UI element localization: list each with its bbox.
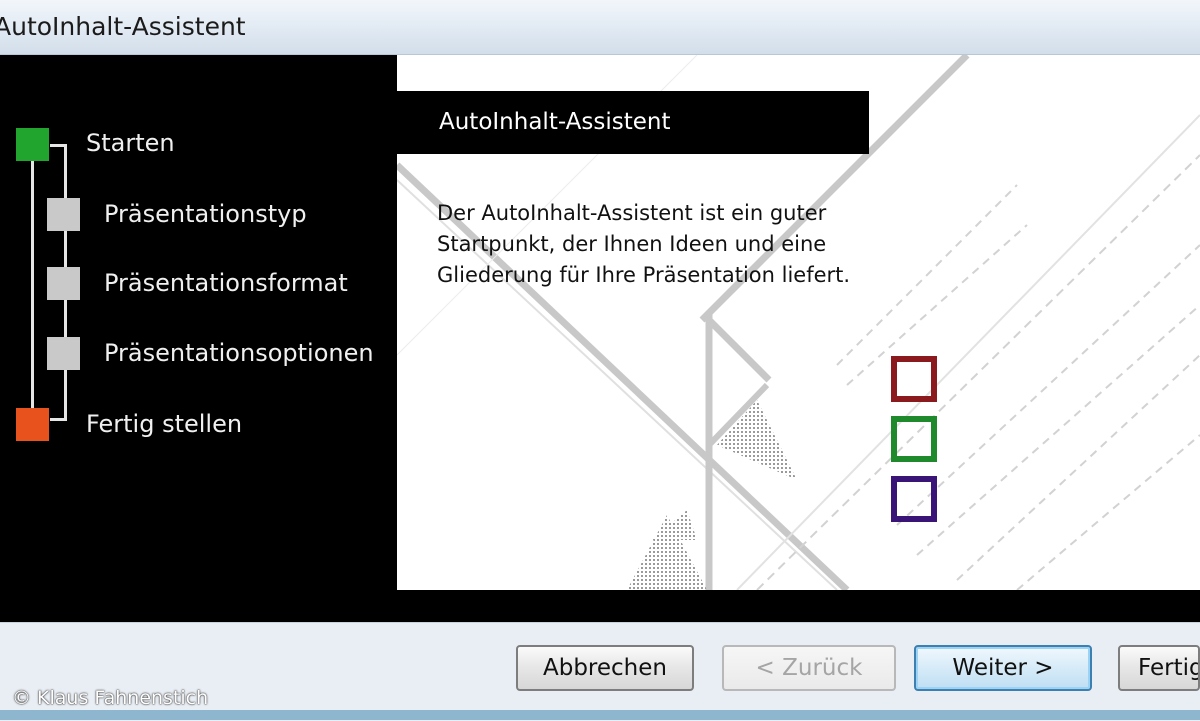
finish-button[interactable]: Fertig stellen [1118,645,1200,691]
step-label-starten[interactable]: Starten [86,129,175,157]
step-connector-line [31,150,34,415]
step-label-fertig-stellen[interactable]: Fertig stellen [86,410,242,438]
window-title: AutoInhalt-Assistent [0,12,246,41]
step-label-praesentationsformat[interactable]: Präsentationsformat [104,269,348,297]
step-label-praesentationsoptionen[interactable]: Präsentationsoptionen [104,339,374,367]
title-bar: AutoInhalt-Assistent [0,0,1200,55]
step-label-praesentationstyp[interactable]: Präsentationstyp [104,200,307,228]
cancel-button[interactable]: Abbrechen [516,645,694,691]
next-button[interactable]: Weiter > [914,645,1092,691]
step-connector-line [50,144,67,147]
window-bottom-border [0,710,1200,720]
wizard-body: Starten Präsentationstyp Präsentationsfo… [0,55,1200,622]
back-button[interactable]: < Zurück [722,645,896,691]
step-finish-indicator [16,408,49,441]
step-connector-line [50,418,67,421]
step-format-indicator [47,267,80,300]
content-panel: AutoInhalt-Assistent Der AutoInhalt-Assi… [397,55,1200,590]
button-bar: Abbrechen < Zurück Weiter > Fertig stell… [0,622,1200,721]
content-heading: AutoInhalt-Assistent [439,109,671,135]
step-type-indicator [47,198,80,231]
copyright-notice: © Klaus Fahnenstich [12,687,209,709]
content-heading-bar: AutoInhalt-Assistent [397,91,869,154]
step-options-indicator [47,337,80,370]
step-start-indicator [16,128,49,161]
content-description: Der AutoInhalt-Assistent ist ein guter S… [437,201,851,287]
step-panel: Starten Präsentationstyp Präsentationsfo… [0,55,397,622]
